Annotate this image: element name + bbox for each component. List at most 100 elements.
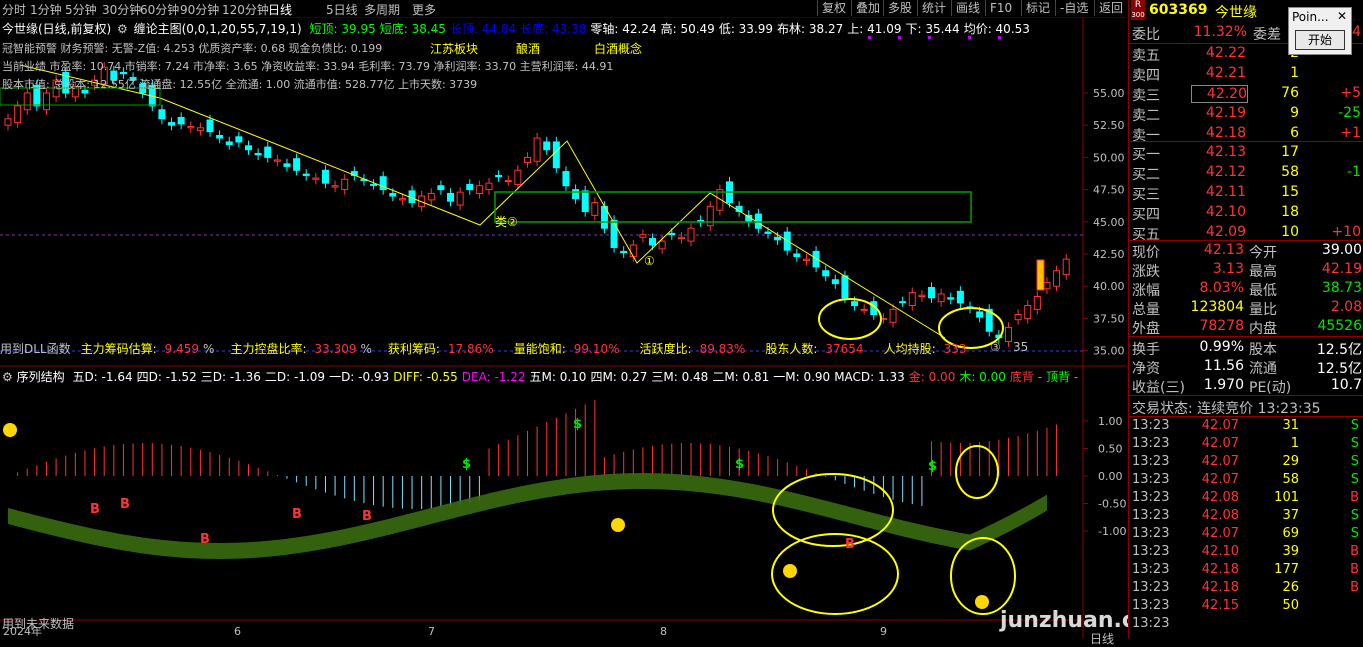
- trade-row[interactable]: 13:23 42.08 37 S: [1129, 508, 1363, 526]
- stock-code: 603369: [1149, 2, 1208, 18]
- quote-label: 现价: [1132, 245, 1160, 261]
- period-tab-10[interactable]: 更多: [412, 1, 436, 18]
- buy-row[interactable]: 买五 42.09 10 +10: [1129, 224, 1363, 244]
- quote-value: 3.13: [1212, 261, 1244, 277]
- candle-body: [649, 238, 657, 246]
- buy-label: 买二: [1132, 167, 1160, 183]
- trade-volume: 101: [1274, 490, 1299, 505]
- buy-row[interactable]: 买四 42.10 18: [1129, 204, 1363, 224]
- candle-body: [1043, 281, 1051, 290]
- sub-settings-icon[interactable]: ⚙: [2, 370, 13, 384]
- period-tab-0[interactable]: 分时: [2, 1, 26, 18]
- toolbar-button-1[interactable]: 叠加: [851, 0, 884, 16]
- trade-row[interactable]: 13:23 42.15 50: [1129, 598, 1363, 616]
- toolbar-button-4[interactable]: 画线: [951, 0, 984, 16]
- settings-icon[interactable]: ⚙: [117, 22, 128, 36]
- trade-row[interactable]: 13:23 42.10 39 B: [1129, 544, 1363, 562]
- trade-row[interactable]: 13:23 42.08 101 B: [1129, 490, 1363, 508]
- period-tab-2[interactable]: 5分钟: [65, 1, 97, 18]
- start-button[interactable]: 开始: [1295, 30, 1345, 50]
- buy-delta: +10: [1331, 224, 1361, 240]
- chip-item: 量能饱和: 99.10%: [514, 342, 624, 356]
- candle-body: [822, 270, 830, 277]
- price-tick-label: 35.00: [1093, 345, 1125, 358]
- buy-price: 42.09: [1205, 224, 1246, 240]
- stock-badge: R 300: [1131, 0, 1145, 20]
- candle-body: [495, 174, 503, 178]
- trade-side: B: [1350, 544, 1359, 559]
- period-tab-7[interactable]: 日线: [268, 1, 292, 18]
- sub-indicator-value: 四M: 0.27: [590, 370, 648, 384]
- concept-tag-2[interactable]: 酿酒: [516, 40, 540, 57]
- sell-row[interactable]: 卖二 42.19 9 -25: [1129, 105, 1363, 125]
- buy-price: 42.11: [1205, 184, 1246, 200]
- date-tick-label: 8: [660, 625, 667, 638]
- info-line-2: 当前业绩 市盈率: 10.74 市销率: 7.24 市净率: 3.65 净资收益…: [2, 60, 614, 73]
- indicator-value: 下: 35.44: [905, 22, 960, 36]
- kline-chart[interactable]: 55.00 52.50 50.00 47.50 45.00 42.50 40.00 37.50…: [0, 18, 1127, 638]
- trade-row[interactable]: 13:23 42.07 58 S: [1129, 472, 1363, 490]
- trade-price: 42.15: [1201, 598, 1239, 613]
- buy-row[interactable]: 买一 42.13 17: [1129, 144, 1363, 164]
- toolbar-button-2[interactable]: 多股: [883, 0, 916, 16]
- sell-delta: +1: [1340, 125, 1361, 141]
- toolbar-button-6[interactable]: 标记: [1021, 0, 1054, 16]
- dollar-marker: $: [462, 457, 471, 472]
- candle-body: [196, 127, 204, 131]
- quote-row: 换手 0.99% 股本 12.5亿: [1129, 339, 1363, 359]
- concept-tag-3[interactable]: 白酒概念: [594, 40, 642, 57]
- date-tick-label: 6: [234, 625, 241, 638]
- chip-item: 活跃度比: 89.83%: [640, 342, 750, 356]
- trade-row[interactable]: 13:23 42.07 69 S: [1129, 526, 1363, 544]
- quote-label-2: 内盘: [1249, 321, 1277, 337]
- trade-row[interactable]: 13:23 42.07 1 S: [1129, 436, 1363, 454]
- quote-row: 净资 11.56 流通 12.5亿: [1129, 358, 1363, 378]
- trade-row[interactable]: 13:23: [1129, 616, 1363, 634]
- sub-indicator-value: MACD: 1.33: [834, 370, 905, 384]
- candle-body: [1033, 296, 1041, 310]
- trade-side: S: [1350, 454, 1359, 469]
- toolbar-button-3[interactable]: 统计: [917, 0, 950, 16]
- period-tab-8[interactable]: 5日线: [326, 1, 358, 18]
- highlight-ellipse: [818, 298, 882, 340]
- candle-body: [706, 205, 714, 227]
- chip-value: 17.86%: [447, 342, 494, 356]
- quote-label: 外盘: [1132, 321, 1160, 337]
- period-tab-5[interactable]: 90分钟: [180, 1, 219, 18]
- trade-row[interactable]: 13:23 42.18 177 B: [1129, 562, 1363, 580]
- period-tab-9[interactable]: 多周期: [364, 1, 400, 18]
- toolbar-button-8[interactable]: 返回: [1094, 0, 1127, 16]
- info-line-3: 股本市值: 总股本: 12.55亿 流通盘: 12.55亿 全流通: 1.00 …: [2, 78, 478, 91]
- candle-body: [23, 92, 31, 111]
- chart-area[interactable]: 55.00 52.50 50.00 47.50 45.00 42.50 40.00 37.50…: [0, 18, 1173, 646]
- trade-row[interactable]: 13:23 42.07 29 S: [1129, 454, 1363, 472]
- trade-row[interactable]: 13:23 42.18 26 B: [1129, 580, 1363, 598]
- period-tab-3[interactable]: 30分钟: [102, 1, 141, 18]
- trade-side: S: [1350, 526, 1359, 541]
- close-icon[interactable]: ✕: [1337, 9, 1347, 23]
- toolbar-button-7[interactable]: -自选: [1055, 0, 1092, 16]
- toolbar-button-5[interactable]: F10: [985, 0, 1016, 16]
- indicator-name[interactable]: 缠论主图(0,0,1,20,55,7,19,1): [134, 22, 302, 36]
- sub-chart-title[interactable]: 序列结构: [17, 370, 65, 384]
- candle-body: [158, 109, 166, 120]
- trade-volume: 58: [1282, 472, 1299, 487]
- buy-row[interactable]: 买二 42.12 58 -1: [1129, 164, 1363, 184]
- period-tab-4[interactable]: 60分钟: [140, 1, 179, 18]
- period-tab-1[interactable]: 1分钟: [30, 1, 62, 18]
- trade-row[interactable]: 13:23 42.07 31 S: [1129, 418, 1363, 436]
- quote-label-2: 今开: [1249, 245, 1277, 261]
- quote-value: 11.56: [1203, 358, 1244, 374]
- candle-body: [273, 159, 281, 162]
- sell-volume: 9: [1290, 105, 1299, 121]
- trade-price: 42.07: [1201, 472, 1239, 487]
- concept-tag-1[interactable]: 江苏板块: [430, 40, 478, 57]
- quote-value: 1.970: [1203, 377, 1244, 393]
- sell-row[interactable]: 卖四 42.21 1: [1129, 65, 1363, 85]
- buy-row[interactable]: 买三 42.11 15: [1129, 184, 1363, 204]
- sell-row[interactable]: 卖三 42.20 76 +5: [1129, 85, 1363, 105]
- period-tab-6[interactable]: 120分钟: [222, 1, 269, 18]
- toolbar-button-0[interactable]: 复权: [817, 0, 850, 16]
- sell-row[interactable]: 卖一 42.18 6 +1: [1129, 125, 1363, 145]
- candle-body: [572, 189, 580, 200]
